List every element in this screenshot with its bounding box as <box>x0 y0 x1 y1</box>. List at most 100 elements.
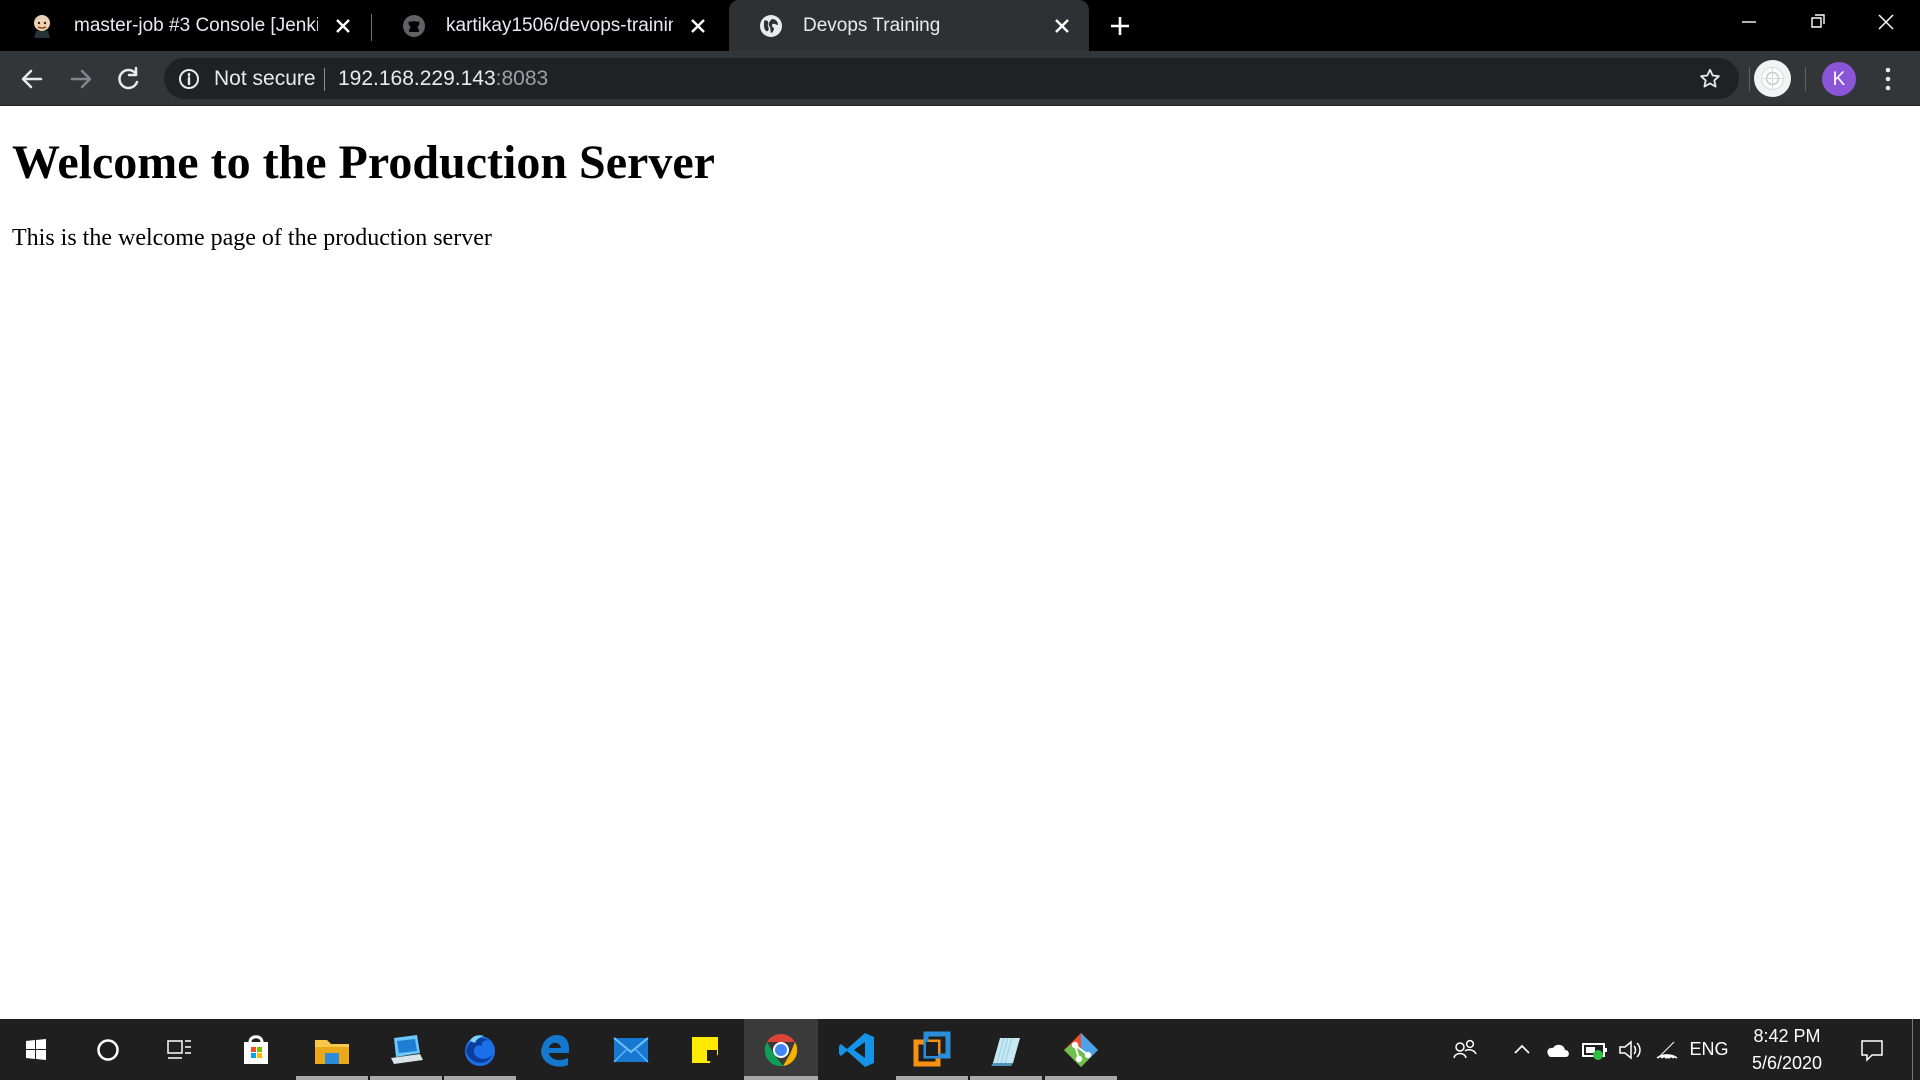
taskbar-computer-button[interactable] <box>370 1019 442 1080</box>
extension-icon[interactable] <box>1754 60 1791 97</box>
url-text[interactable]: 192.168.229.143:8083 <box>338 67 548 90</box>
folder-icon <box>315 1039 349 1064</box>
tab-jenkins-console[interactable]: master-job #3 Console [Jenkins] <box>0 0 370 51</box>
restore-icon <box>1811 14 1825 28</box>
running-app-indicator <box>1045 1076 1117 1080</box>
forward-button[interactable] <box>65 63 97 95</box>
task-view-button[interactable] <box>144 1019 216 1080</box>
globe-icon <box>759 14 783 38</box>
input-language-button[interactable]: ENG <box>1684 1019 1734 1080</box>
profile-initial: K <box>1832 68 1846 90</box>
taskbar-git-button[interactable] <box>1045 1019 1117 1080</box>
info-icon[interactable] <box>176 66 202 92</box>
arrow-right-icon <box>70 69 92 89</box>
taskbar-firefox-button[interactable] <box>444 1019 516 1080</box>
clock-date: 5/6/2020 <box>1751 1052 1823 1073</box>
onedrive-button[interactable] <box>1539 1019 1574 1080</box>
chevron-up-icon <box>1514 1044 1530 1054</box>
tab-title: master-job #3 Console [Jenkins] <box>74 14 318 36</box>
running-app-indicator <box>296 1076 368 1080</box>
firefox-icon <box>465 1034 495 1066</box>
taskbar-vmware-button[interactable] <box>896 1019 968 1080</box>
sticky-notes-icon <box>692 1036 718 1063</box>
github-icon <box>402 14 426 38</box>
web-page: Welcome to the Production Server This is… <box>0 106 1920 1019</box>
running-app-indicator <box>896 1076 968 1080</box>
browser-toolbar: Not secure 192.168.229.143:8083 K <box>0 51 1920 106</box>
bookmark-star-icon[interactable] <box>1696 65 1724 93</box>
taskbar-chrome-button[interactable] <box>744 1019 818 1080</box>
taskbar-store-button[interactable] <box>220 1019 292 1080</box>
arrow-left-icon <box>21 69 43 89</box>
mail-icon <box>613 1036 649 1063</box>
input-language-label: ENG <box>1689 1039 1729 1059</box>
taskbar-mail-button[interactable] <box>595 1019 667 1080</box>
people-button[interactable] <box>1448 1019 1482 1080</box>
taskbar-sticky-notes-button[interactable] <box>669 1019 741 1080</box>
browser-tab-strip: master-job #3 Console [Jenkins] kartikay… <box>0 0 1920 51</box>
notepad-icon <box>991 1037 1020 1066</box>
profile-avatar[interactable]: K <box>1822 62 1856 96</box>
tab-title: kartikay1506/devops-training at d <box>446 14 673 36</box>
close-icon[interactable] <box>687 15 709 37</box>
address-bar[interactable]: Not secure 192.168.229.143:8083 <box>164 58 1739 99</box>
show-hidden-icons-button[interactable] <box>1507 1019 1537 1080</box>
speaker-icon <box>1619 1039 1641 1060</box>
volume-button[interactable] <box>1613 1019 1647 1080</box>
minimize-icon <box>1742 21 1756 23</box>
restore-window-button[interactable] <box>1786 0 1848 44</box>
show-desktop-button[interactable] <box>1912 1019 1920 1080</box>
taskbar-vscode-button[interactable] <box>822 1019 894 1080</box>
running-app-indicator <box>370 1076 442 1080</box>
clock-time: 8:42 PM <box>1753 1025 1821 1046</box>
tab-devops-training[interactable]: Devops Training <box>729 0 1089 51</box>
toolbar-divider <box>1805 67 1806 91</box>
edge-icon <box>541 1034 570 1067</box>
new-tab-button[interactable] <box>1105 11 1135 41</box>
reload-button[interactable] <box>113 63 145 95</box>
url-host: 192.168.229.143 <box>338 67 496 90</box>
git-icon <box>1064 1032 1098 1067</box>
cloud-icon <box>1546 1044 1569 1057</box>
minimize-window-button[interactable] <box>1718 0 1780 44</box>
desktop-screen: master-job #3 Console [Jenkins] kartikay… <box>0 0 1920 1080</box>
windows-logo-icon <box>26 1038 46 1060</box>
close-window-button[interactable] <box>1855 0 1917 44</box>
notification-icon <box>1861 1039 1883 1062</box>
security-status-label[interactable]: Not secure <box>214 67 316 90</box>
vertical-dots-icon <box>1885 67 1891 91</box>
taskbar-clock[interactable]: 8:42 PM 5/6/2020 <box>1734 1019 1840 1080</box>
page-heading: Welcome to the Production Server <box>12 136 715 189</box>
battery-icon <box>1582 1042 1607 1060</box>
vmware-icon <box>913 1031 951 1066</box>
close-icon[interactable] <box>332 15 354 37</box>
running-app-indicator <box>970 1076 1042 1080</box>
close-icon <box>1878 14 1894 30</box>
taskbar-edge-button[interactable] <box>518 1019 590 1080</box>
refresh-icon <box>118 66 139 90</box>
search-button[interactable] <box>72 1019 144 1080</box>
vscode-icon <box>839 1032 874 1067</box>
toolbar-divider <box>1749 67 1750 91</box>
chrome-icon <box>764 1033 798 1066</box>
plus-icon <box>1111 17 1129 35</box>
tab-github-repository[interactable]: kartikay1506/devops-training at d <box>372 0 725 51</box>
taskbar-file-explorer-button[interactable] <box>296 1019 368 1080</box>
people-icon <box>1453 1039 1477 1058</box>
close-icon[interactable] <box>1051 15 1073 37</box>
running-app-indicator <box>444 1076 516 1080</box>
taskbar-notes-button[interactable] <box>970 1019 1042 1080</box>
jenkins-icon <box>30 14 54 38</box>
action-center-button[interactable] <box>1846 1019 1898 1080</box>
wifi-icon <box>1656 1041 1678 1059</box>
address-bar-divider <box>324 68 325 91</box>
back-button[interactable] <box>16 63 48 95</box>
browser-menu-button[interactable] <box>1873 62 1903 96</box>
network-button[interactable] <box>1650 1019 1684 1080</box>
store-icon <box>244 1034 268 1064</box>
task-view-icon <box>167 1039 191 1059</box>
windows-taskbar: ENG 8:42 PM 5/6/2020 <box>0 1019 1920 1080</box>
start-button[interactable] <box>0 1019 72 1080</box>
battery-button[interactable] <box>1577 1019 1613 1080</box>
page-body-text: This is the welcome page of the producti… <box>12 225 492 251</box>
